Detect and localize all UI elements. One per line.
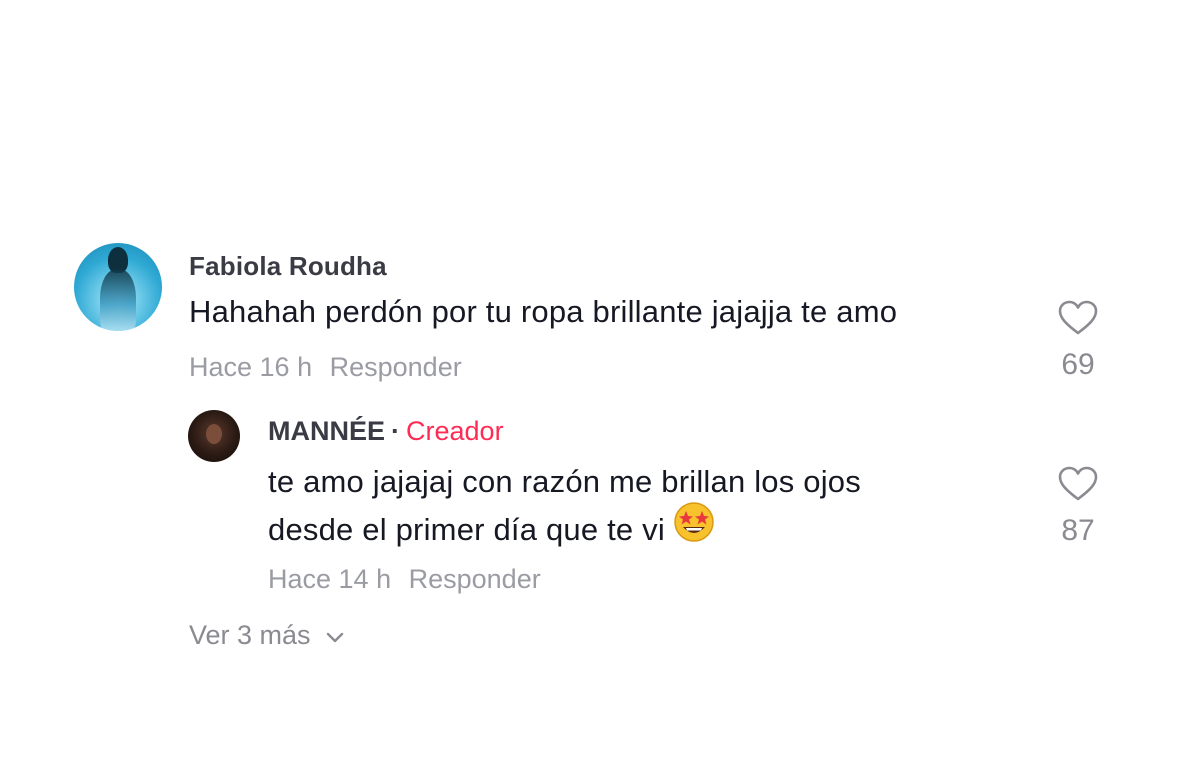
commenter-avatar[interactable] [74, 243, 162, 331]
reply-username[interactable]: MANNÉE [268, 416, 385, 446]
creator-badge: Creador [406, 416, 504, 446]
comment-reply-button[interactable]: Responder [330, 352, 462, 383]
avatar-figure-body [100, 269, 136, 331]
comment-meta: Hace 16 h Responder [189, 352, 462, 383]
chevron-down-icon [325, 620, 345, 651]
avatar-face [206, 424, 222, 444]
comment-text: Hahahah perdón por tu ropa brillante jaj… [189, 294, 898, 329]
reply-text-line1: te amo jajajaj con razón me brillan los … [268, 464, 861, 499]
comment-like-count: 69 [1061, 348, 1095, 381]
reply-header: MANNÉE · Creador [268, 416, 504, 447]
comment-timestamp: Hace 16 h [189, 352, 313, 382]
reply-like-icon[interactable] [1058, 466, 1098, 502]
reply-like-count: 87 [1061, 514, 1095, 547]
reply-avatar[interactable] [188, 410, 240, 462]
reply-timestamp: Hace 14 h [268, 564, 392, 594]
reply-reply-button[interactable]: Responder [409, 564, 541, 594]
star-struck-emoji-icon [673, 501, 715, 557]
comment-like-icon[interactable] [1058, 300, 1098, 336]
view-more-replies-button[interactable]: Ver 3 más [189, 620, 345, 651]
separator-dot: · [391, 416, 401, 446]
reply-text-line2-wrap: desde el primer día que te vi [268, 502, 1028, 557]
reply-text-line2: desde el primer día que te vi [268, 512, 665, 547]
view-more-label: Ver 3 más [189, 620, 311, 650]
reply-text: te amo jajajaj con razón me brillan los … [268, 458, 1028, 557]
commenter-username[interactable]: Fabiola Roudha [189, 251, 387, 282]
reply-meta: Hace 14 h Responder [268, 564, 541, 595]
